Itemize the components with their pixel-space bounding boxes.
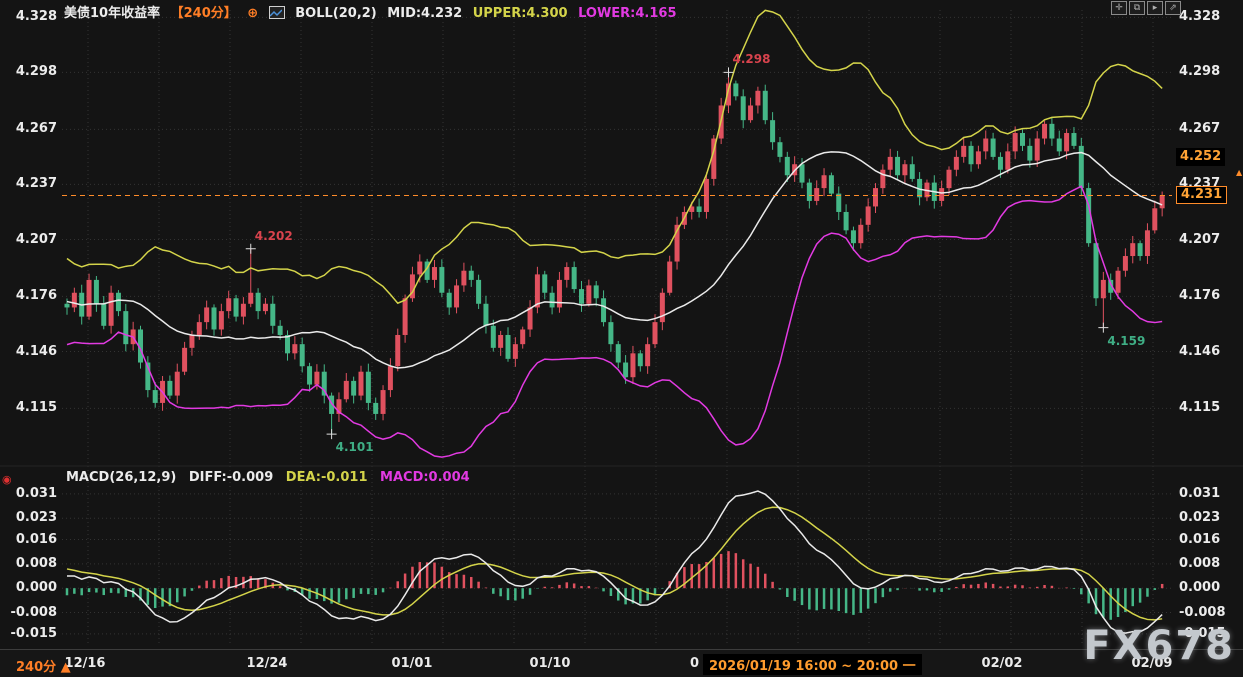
pan-icon[interactable]: ✛ [1111,1,1127,15]
boll-upper-value: UPPER:4.300 [473,6,568,21]
macd-diff-line [67,491,1162,633]
macd-name: MACD(26,12,9) [66,470,176,485]
macd-hist-value: MACD:0.004 [380,470,470,485]
macd-header: MACD(26,12,9) DIFF:-0.009 DEA:-0.011 MAC… [66,470,478,485]
boll-mid-value: MID:4.232 [387,6,462,21]
chart-window: 4.2024.1014.2984.1594.3284.3284.2984.298… [0,0,1243,677]
gridlines [0,10,1243,646]
extreme-marker [246,244,256,254]
extreme-marker [1098,323,1108,333]
add-indicator-icon[interactable]: ⊕ [247,6,258,21]
timeframe-label[interactable]: 【240分】 [171,6,237,21]
boll-label: BOLL(20,2) [295,6,377,21]
boll-upper-line [67,10,1162,303]
crosshair-zero-label: 0 [690,656,699,671]
chart-toolbar: ✛⧉▸⇗ [1111,1,1183,20]
x-axis-bar [0,649,1243,677]
macd-histogram [67,551,1162,620]
play-icon[interactable]: ▸ [1147,1,1163,15]
crosshair-date-label: 2026/01/19 16:00 ~ 20:00 一 [703,654,922,675]
export-icon[interactable]: ⇗ [1165,1,1181,15]
macd-diff-value: DIFF:-0.009 [189,470,273,485]
macd-dea-value: DEA:-0.011 [286,470,368,485]
timeframe-selector[interactable]: 240分 ▲ [16,656,71,675]
watermark: FX678 [1083,623,1235,669]
chart-type-icon[interactable] [269,6,285,19]
extreme-marker [327,429,337,439]
boll-lower-line [67,186,1162,457]
chart-canvas[interactable] [0,0,1243,677]
indicator-marker-icon[interactable]: ◉ [2,473,12,486]
chart-title: 美债10年收益率 [64,6,160,21]
up-triangle-icon: ▲ [61,660,71,675]
chart-header: 美债10年收益率 【240分】 ⊕ BOLL(20,2) MID:4.232 U… [64,2,683,21]
zoom-window-icon[interactable]: ⧉ [1129,1,1145,15]
boll-lower-value: LOWER:4.165 [578,6,676,21]
